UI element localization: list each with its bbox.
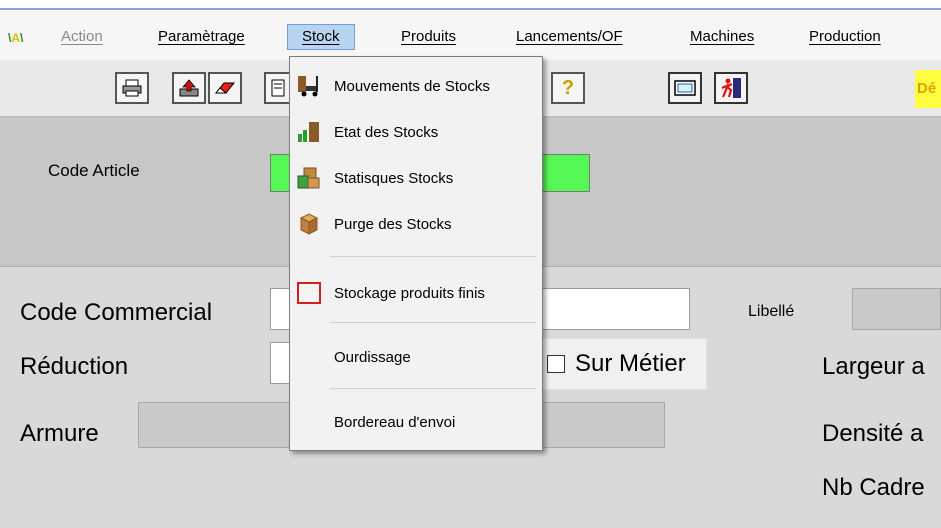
code-article-label: Code Article: [48, 161, 140, 180]
menu-item-label: Stockage produits finis: [334, 284, 485, 302]
help-button[interactable]: ?: [551, 72, 585, 104]
toolbar-status-flag: Dé: [915, 70, 941, 108]
menu-item-label: Statisques Stocks: [334, 169, 454, 187]
armure-label: Armure: [20, 420, 99, 447]
stock-chart-icon: [298, 122, 319, 142]
box-icon: [299, 213, 319, 235]
menu-item-label: Etat des Stocks: [334, 123, 439, 141]
print-button[interactable]: [115, 72, 149, 104]
exit-icon: [721, 78, 741, 98]
menu-item-purge-stocks[interactable]: Purge des Stocks: [290, 209, 542, 239]
app-logo-icon: \A\: [8, 31, 24, 45]
menu-parametrage[interactable]: Paramètrage: [152, 25, 251, 49]
menu-separator: [330, 256, 536, 257]
menu-bar: \A\ Action Paramètrage Stock Produits La…: [0, 10, 941, 60]
densite-label: Densité a: [822, 420, 924, 447]
monitor-icon: [674, 80, 696, 96]
menu-produits[interactable]: Produits: [395, 25, 462, 49]
menu-item-mouvements-stocks[interactable]: Mouvements de Stocks: [290, 71, 542, 101]
menu-item-stockage-produits-finis[interactable]: Stockage produits finis: [290, 278, 542, 308]
reduction-label: Réduction: [20, 353, 129, 380]
menu-item-ourdissage[interactable]: Ourdissage: [290, 342, 542, 372]
menu-separator: [330, 388, 536, 389]
nb-cadre-label: Nb Cadre: [822, 474, 925, 501]
exit-button[interactable]: [714, 72, 748, 104]
menu-item-label: Bordereau d'envoi: [334, 413, 456, 431]
libelle-field[interactable]: [852, 288, 941, 330]
document-icon: [271, 79, 285, 97]
menu-lancements-of[interactable]: Lancements/OF: [510, 25, 629, 49]
document-button[interactable]: [264, 72, 292, 104]
eraser-icon: [214, 82, 236, 94]
menu-separator: [330, 322, 536, 323]
sur-metier-checkbox[interactable]: [547, 355, 565, 373]
screen-button[interactable]: [668, 72, 702, 104]
menu-item-etat-stocks[interactable]: Etat des Stocks: [290, 117, 542, 147]
menu-stock[interactable]: Stock: [287, 24, 355, 50]
stock-dropdown-menu: Mouvements de Stocks Etat des Stocks Sta…: [289, 56, 543, 451]
largeur-label: Largeur a: [822, 353, 925, 380]
empty-frame-icon: [297, 282, 321, 304]
help-icon: ?: [561, 77, 575, 99]
window-top-border: [0, 0, 941, 10]
sur-metier-option[interactable]: Sur Métier: [540, 338, 707, 390]
menu-item-bordereau-envoi[interactable]: Bordereau d'envoi: [290, 407, 542, 437]
sur-metier-label: Sur Métier: [575, 350, 686, 377]
libelle-label: Libellé: [748, 303, 795, 320]
clear-button[interactable]: [208, 72, 242, 104]
menu-production[interactable]: Production: [803, 25, 887, 49]
menu-action[interactable]: Action: [55, 25, 109, 49]
menu-machines[interactable]: Machines: [684, 25, 760, 49]
upload-icon: [179, 79, 199, 97]
printer-icon: [122, 79, 142, 97]
menu-item-label: Purge des Stocks: [334, 215, 452, 233]
forklift-icon: [298, 76, 318, 97]
export-button[interactable]: [172, 72, 206, 104]
menu-item-label: Mouvements de Stocks: [334, 77, 490, 95]
boxes-icon: [297, 167, 320, 189]
menu-item-label: Ourdissage: [334, 348, 411, 366]
code-commercial-label: Code Commercial: [20, 299, 213, 326]
menu-item-statisques-stocks[interactable]: Statisques Stocks: [290, 163, 542, 193]
